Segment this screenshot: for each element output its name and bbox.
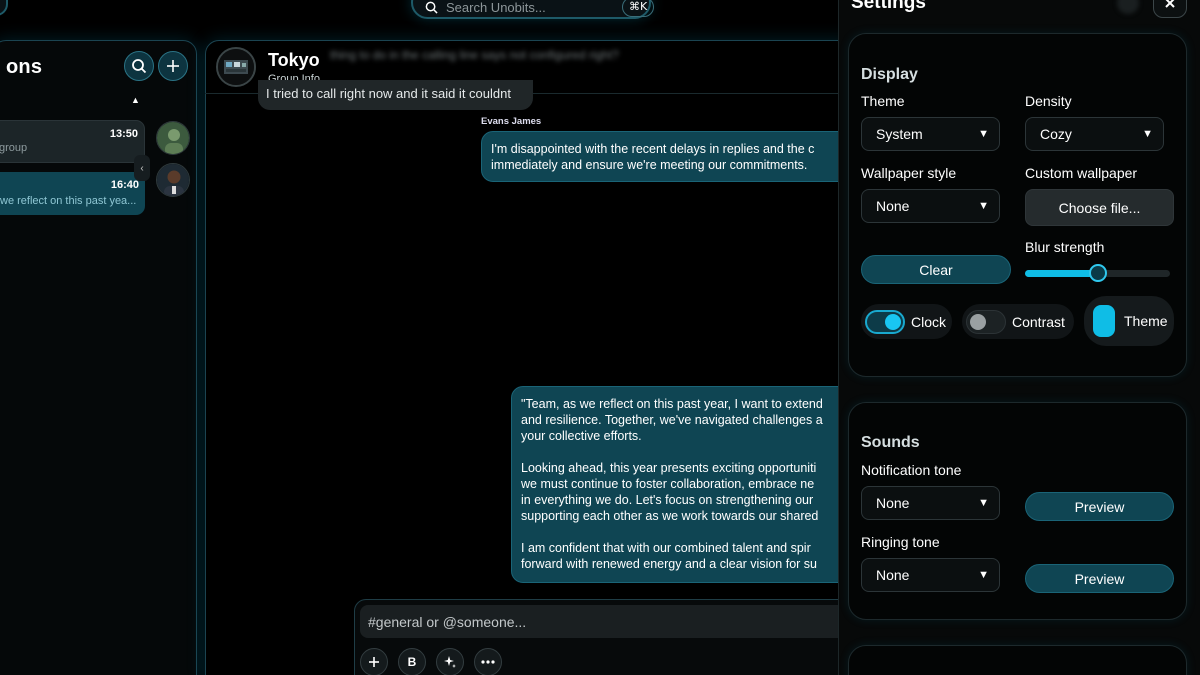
plus-icon xyxy=(167,60,179,72)
settings-title: Settings xyxy=(851,0,926,13)
message-line: "Team, as we reflect on this past year, … xyxy=(521,397,823,411)
message-bubble: I tried to call right now and it said it… xyxy=(258,80,533,110)
message-bubble: I'm disappointed with the recent delays … xyxy=(481,131,881,182)
ringing-tone-select[interactable]: None ▼ xyxy=(861,558,1000,592)
close-icon xyxy=(1165,0,1175,8)
bold-button[interactable]: B xyxy=(398,648,426,675)
clock-toggle[interactable]: Clock xyxy=(861,304,952,339)
toggle-label: Clock xyxy=(911,313,947,330)
plus-icon xyxy=(369,657,379,667)
clear-wallpaper-button[interactable]: Clear xyxy=(861,255,1011,284)
more-options-button[interactable] xyxy=(474,648,502,675)
notification-tone-label: Notification tone xyxy=(861,462,962,478)
conversation-item[interactable]: 16:40 we reflect on this past yea... xyxy=(0,172,145,215)
new-conversation-button[interactable] xyxy=(158,51,188,81)
close-settings-button[interactable] xyxy=(1153,0,1187,18)
density-select[interactable]: Cozy ▼ xyxy=(1025,117,1164,151)
message-sender: Evans James xyxy=(481,116,542,127)
conversation-time: 16:40 xyxy=(110,179,139,191)
global-search[interactable]: ⌘K xyxy=(411,0,655,19)
next-settings-card xyxy=(848,645,1187,675)
message-bubble: "Team, as we reflect on this past year, … xyxy=(511,386,881,583)
density-label: Density xyxy=(1025,93,1072,109)
conversation-preview: group xyxy=(0,142,28,154)
message-line: in everything we do. Let's focus on stre… xyxy=(521,493,814,507)
message-line: supporting each other as we work towards… xyxy=(521,509,819,523)
collapsed-pill[interactable] xyxy=(0,0,8,16)
search-icon xyxy=(425,0,438,17)
sparkle-icon xyxy=(444,656,456,668)
display-heading: Display xyxy=(861,66,918,83)
conversation-item[interactable]: 13:50 group xyxy=(0,120,145,163)
avatar[interactable] xyxy=(156,163,190,197)
chevron-down-icon: ▼ xyxy=(978,128,989,140)
conversation-preview: we reflect on this past yea... xyxy=(0,195,137,207)
chevron-down-icon: ▼ xyxy=(978,200,989,212)
blur-strength-slider[interactable] xyxy=(1025,264,1170,282)
chevron-down-icon: ▼ xyxy=(978,569,989,581)
message-line: forward with renewed energy and a clear … xyxy=(521,557,817,571)
message-line: your collective efforts. xyxy=(521,429,642,443)
shortcut-badge: ⌘K xyxy=(622,0,655,17)
ai-sparkle-button[interactable] xyxy=(436,648,464,675)
slider-thumb[interactable] xyxy=(1088,264,1107,282)
toggle-switch[interactable] xyxy=(865,309,905,334)
preview-ringing-button[interactable]: Preview xyxy=(1025,564,1174,593)
more-icon xyxy=(481,660,495,664)
notification-tone-select[interactable]: None ▼ xyxy=(861,486,1000,520)
theme-toggle[interactable]: Theme xyxy=(1084,296,1174,346)
message-line: Looking ahead, this year presents exciti… xyxy=(521,461,817,475)
blurred-message-preview: thing to do in the calling line says not… xyxy=(330,48,619,62)
wallpaper-style-select[interactable]: None ▼ xyxy=(861,189,1000,223)
theme-label: Theme xyxy=(861,93,905,109)
message-line: we must continue to foster collaboration… xyxy=(521,477,815,491)
avatar[interactable] xyxy=(156,121,190,155)
theme-select[interactable]: System ▼ xyxy=(861,117,1000,151)
sounds-heading: Sounds xyxy=(861,434,920,451)
message-line: I'm disappointed with the recent delays … xyxy=(491,142,815,156)
panel-title: ons xyxy=(6,56,43,78)
message-line: immediately and ensure we're meeting our… xyxy=(491,158,808,172)
density-value: Cozy xyxy=(1040,126,1072,142)
slider-fill xyxy=(1025,270,1098,277)
chevron-down-icon: ▼ xyxy=(978,497,989,509)
search-icon xyxy=(132,59,147,74)
choose-file-button[interactable]: Choose file... xyxy=(1025,189,1174,226)
group-avatar[interactable] xyxy=(216,47,256,87)
ringing-tone-value: None xyxy=(876,567,910,583)
toggle-label: Contrast xyxy=(1012,313,1065,330)
contrast-toggle[interactable]: Contrast xyxy=(962,304,1074,339)
sort-caret-icon[interactable]: ▲ xyxy=(131,95,140,105)
custom-wallpaper-label: Custom wallpaper xyxy=(1025,165,1138,181)
theme-value: System xyxy=(876,126,923,142)
toggle-label: Theme xyxy=(1124,313,1168,329)
add-attachment-button[interactable] xyxy=(360,648,388,675)
blur-strength-label: Blur strength xyxy=(1025,239,1105,255)
message-input[interactable] xyxy=(360,605,860,638)
theme-color-chip xyxy=(1093,305,1115,337)
preview-notification-button[interactable]: Preview xyxy=(1025,492,1174,521)
group-name[interactable]: Tokyo xyxy=(268,50,320,71)
chevron-down-icon: ▼ xyxy=(1142,128,1153,140)
message-line: and resilience. Together, we've navigate… xyxy=(521,413,823,427)
ringing-tone-label: Ringing tone xyxy=(861,534,940,550)
toggle-switch[interactable] xyxy=(966,309,1006,334)
notification-tone-value: None xyxy=(876,495,910,511)
collapse-chevron-icon[interactable]: ‹ xyxy=(134,155,150,181)
search-conversations-button[interactable] xyxy=(124,51,154,81)
conversation-time: 13:50 xyxy=(109,128,138,140)
message-line: I am confident that with our combined ta… xyxy=(521,541,811,555)
wallpaper-style-value: None xyxy=(876,198,910,214)
search-input[interactable] xyxy=(446,0,622,15)
wallpaper-style-label: Wallpaper style xyxy=(861,165,957,181)
